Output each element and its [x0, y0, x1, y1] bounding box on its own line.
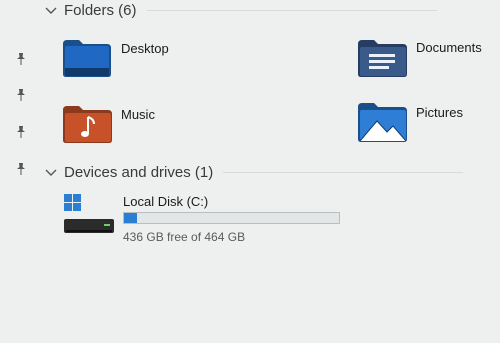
folders-group-title: Folders (6) [64, 2, 137, 19]
folder-label: Desktop [121, 41, 169, 56]
folder-desktop[interactable]: Desktop [62, 38, 262, 78]
folder-label: Pictures [416, 105, 463, 120]
drive-label: Local Disk (C:) [123, 194, 209, 209]
chevron-down-icon [45, 169, 57, 176]
drive-usage-fill [124, 213, 137, 223]
music-folder-icon [63, 106, 112, 143]
documents-folder-icon [358, 40, 407, 77]
quick-access-pins [14, 0, 38, 343]
chevron-down-icon [45, 7, 57, 14]
folders-group-header[interactable]: Folders (6) [44, 2, 494, 19]
desktop-folder-icon [63, 40, 111, 77]
pin-icon[interactable] [14, 52, 34, 72]
folder-label: Music [121, 107, 155, 122]
folder-pictures[interactable]: Pictures [357, 101, 497, 143]
folder-music[interactable]: Music [62, 104, 262, 144]
hard-drive-icon [64, 194, 114, 233]
group-divider [146, 10, 437, 11]
drive-usage-bar [123, 212, 340, 224]
pin-icon[interactable] [14, 125, 34, 145]
drives-group-title: Devices and drives (1) [64, 164, 214, 181]
pin-icon[interactable] [14, 88, 34, 108]
folder-documents[interactable]: Documents [357, 38, 497, 78]
drive-local-disk[interactable]: Local Disk (C:) 436 GB free of 464 GB [60, 192, 360, 252]
folder-label: Documents [416, 40, 482, 55]
pictures-folder-icon [358, 103, 407, 142]
pin-icon[interactable] [14, 162, 34, 182]
drives-group-header[interactable]: Devices and drives (1) [44, 164, 494, 181]
group-divider [223, 172, 464, 173]
drive-free-space: 436 GB free of 464 GB [123, 230, 246, 244]
